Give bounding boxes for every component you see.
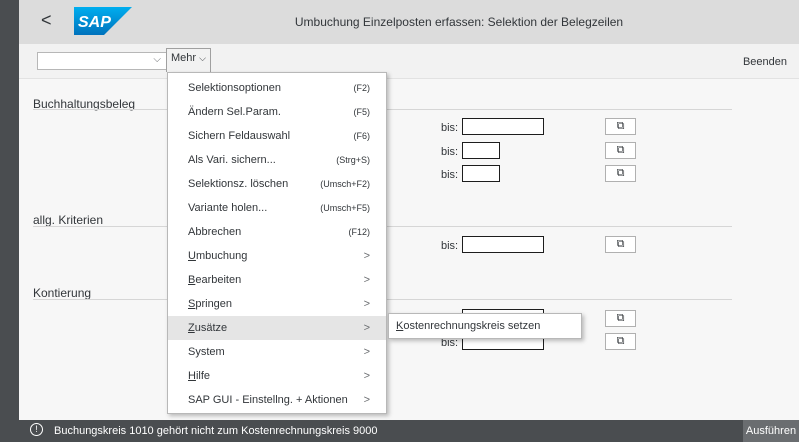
mehr-menu: Selektionsoptionen (F2) Ändern Sel.Param…	[167, 72, 387, 414]
page-title: Umbuchung Einzelposten erfassen: Selekti…	[294, 15, 624, 29]
multiple-selection-button[interactable]: ⧉	[605, 118, 636, 135]
multiple-selection-button[interactable]: ⧉	[605, 236, 636, 253]
menu-item-sichern-feldauswahl[interactable]: Sichern Feldauswahl (F6)	[168, 124, 386, 148]
chevron-right-icon: >	[363, 298, 370, 310]
beenden-button[interactable]: Beenden	[743, 56, 787, 68]
multiple-selection-icon: ⧉	[616, 120, 625, 132]
menu-item-label: Selektionsz. löschen	[188, 178, 289, 190]
menu-item-label: Bearbeiten	[188, 274, 242, 286]
status-message: Buchungskreis 1010 gehört nicht zum Kost…	[54, 425, 378, 437]
bis-field-1[interactable]	[462, 118, 544, 135]
menu-item-label: Springen	[188, 298, 233, 310]
menu-item-springen[interactable]: Springen >	[168, 292, 386, 316]
title-bar: < SAP Umbuchung Einzelposten erfassen: S…	[19, 0, 799, 45]
menu-item-hilfe[interactable]: Hilfe >	[168, 364, 386, 388]
multiple-selection-icon: ⧉	[616, 335, 625, 347]
menu-item-label: System	[188, 346, 225, 358]
bis-field-3[interactable]	[462, 165, 500, 182]
status-bar: ! Buchungskreis 1010 gehört nicht zum Ko…	[0, 420, 799, 442]
multiple-selection-button[interactable]: ⧉	[605, 165, 636, 182]
chevron-right-icon: >	[363, 274, 370, 286]
menu-item-shortcut: (F5)	[353, 107, 371, 117]
menu-item-shortcut: (F6)	[353, 131, 371, 141]
menu-item-aendern-sel-param[interactable]: Ändern Sel.Param. (F5)	[168, 100, 386, 124]
menu-item-sap-gui-einstellungen[interactable]: SAP GUI - Einstellng. + Aktionen >	[168, 388, 386, 412]
chevron-right-icon: >	[363, 250, 370, 262]
menu-item-label: Ändern Sel.Param.	[188, 106, 281, 118]
menu-item-shortcut: (F2)	[353, 83, 371, 93]
submenu-item-label: Kostenrechnungskreis setzen	[396, 320, 541, 332]
multiple-selection-icon: ⧉	[616, 312, 625, 324]
bis-label: bis:	[441, 122, 459, 134]
ausfuehren-button[interactable]: Ausführen	[743, 420, 799, 442]
bis-label: bis:	[441, 240, 459, 252]
menu-item-abbrechen[interactable]: Abbrechen (F12)	[168, 220, 386, 244]
section-kontierung: Kontierung	[33, 286, 92, 300]
chevron-right-icon: >	[363, 346, 370, 358]
sap-window: < SAP Umbuchung Einzelposten erfassen: S…	[19, 0, 799, 442]
menu-item-variante-holen[interactable]: Variante holen... (Umsch+F5)	[168, 196, 386, 220]
variant-dropdown[interactable]: ⌵	[37, 52, 167, 70]
section-allg-kriterien: allg. Kriterien	[33, 213, 104, 227]
menu-item-label: Sichern Feldauswahl	[188, 130, 291, 142]
chevron-down-icon: ⌵	[153, 54, 161, 65]
chevron-right-icon: >	[363, 370, 370, 382]
multiple-selection-button[interactable]: ⧉	[605, 310, 636, 327]
multiple-selection-icon: ⧉	[616, 144, 625, 156]
mehr-label: Mehr	[171, 52, 197, 64]
menu-item-system[interactable]: System >	[168, 340, 386, 364]
bis-field-4[interactable]	[462, 236, 544, 253]
bis-label: bis:	[441, 146, 459, 158]
menu-item-bearbeiten[interactable]: Bearbeiten >	[168, 268, 386, 292]
menu-item-label: Zusätze	[188, 322, 228, 334]
chevron-down-icon: ⌵	[199, 53, 206, 63]
menu-item-selektionsoptionen[interactable]: Selektionsoptionen (F2)	[168, 76, 386, 100]
multiple-selection-button[interactable]: ⧉	[605, 333, 636, 350]
chevron-right-icon: >	[363, 322, 370, 334]
bis-field-2[interactable]	[462, 142, 500, 159]
menu-item-label: Hilfe	[188, 370, 211, 382]
menu-item-label: Selektionsoptionen	[188, 82, 281, 94]
menu-item-als-vari-sichern[interactable]: Als Vari. sichern... (Strg+S)	[168, 148, 386, 172]
menu-item-selektionsz-loeschen[interactable]: Selektionsz. löschen (Umsch+F2)	[168, 172, 386, 196]
info-icon: !	[30, 423, 43, 436]
chevron-right-icon: >	[363, 394, 370, 406]
menu-item-zusaetze[interactable]: Zusätze >	[168, 316, 386, 340]
menu-item-shortcut: (Umsch+F2)	[320, 179, 370, 189]
menu-item-shortcut: (Strg+S)	[336, 155, 370, 165]
multiple-selection-icon: ⧉	[616, 167, 625, 179]
bis-label: bis:	[441, 169, 459, 181]
menu-item-label: SAP GUI - Einstellng. + Aktionen	[188, 394, 348, 406]
menu-item-label: Variante holen...	[188, 202, 268, 214]
menu-item-shortcut: (Umsch+F5)	[320, 203, 370, 213]
menu-item-umbuchung[interactable]: Umbuchung >	[168, 244, 386, 268]
submenu-kostenrechnungskreis-setzen[interactable]: Kostenrechnungskreis setzen	[388, 313, 582, 339]
menu-item-label: Als Vari. sichern...	[188, 154, 276, 166]
menu-item-label: Umbuchung	[188, 250, 248, 262]
menu-item-shortcut: (F12)	[348, 227, 370, 237]
mehr-button[interactable]: Mehr ⌵	[166, 48, 211, 72]
multiple-selection-button[interactable]: ⧉	[605, 142, 636, 159]
multiple-selection-icon: ⧉	[616, 238, 625, 250]
menu-item-label: Abbrechen	[188, 226, 242, 238]
